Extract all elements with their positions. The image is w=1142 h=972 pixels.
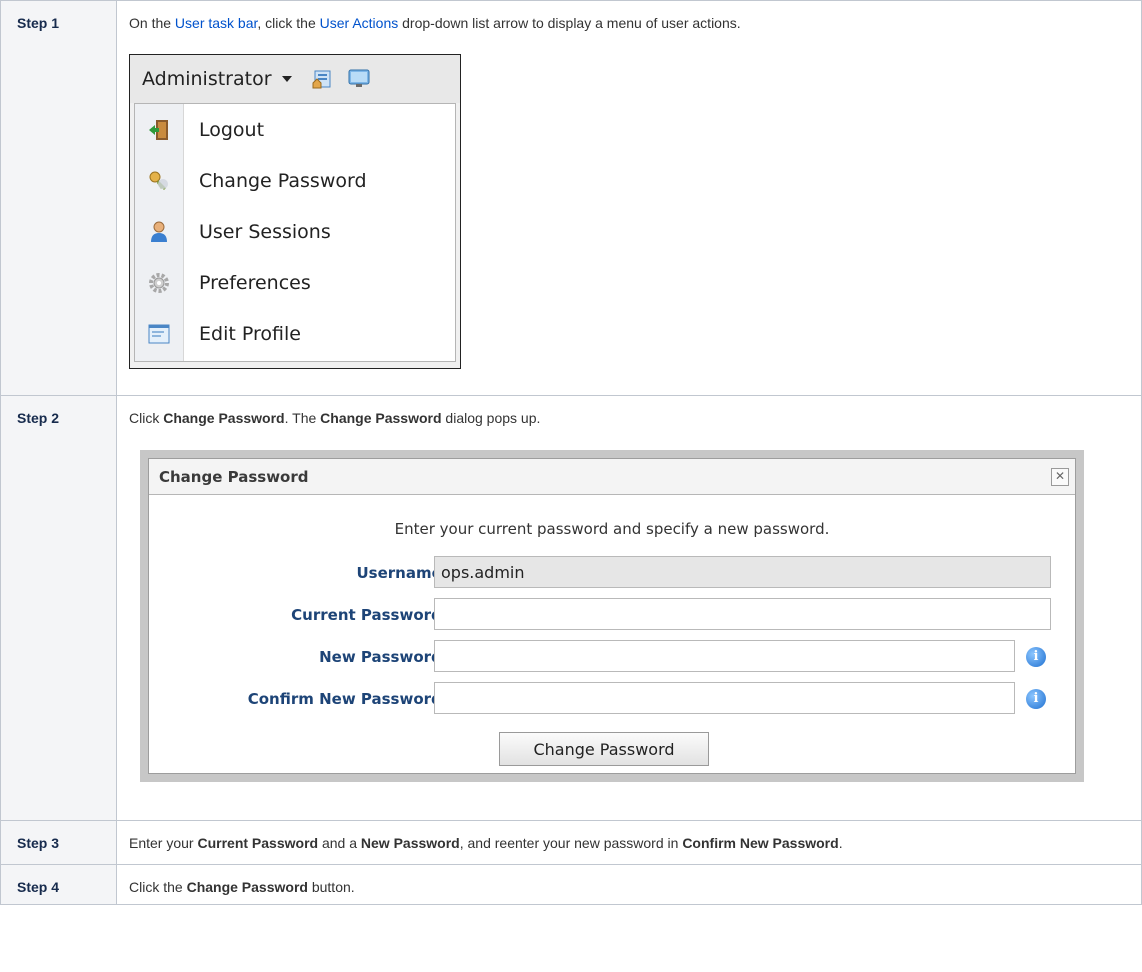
- user-task-bar: Administrator: [130, 55, 460, 103]
- dialog-intro: Enter your current password and specify …: [394, 520, 830, 538]
- menu-item-preferences[interactable]: Preferences: [135, 257, 455, 308]
- confirm-password-label: Confirm New Password :: [247, 690, 453, 708]
- step-content: Click the Change Password button.: [116, 864, 1142, 905]
- step-row-1: Step 1 On the User task bar, click the U…: [0, 0, 1142, 396]
- gear-icon: [135, 271, 183, 295]
- steps-table: Step 1 On the User task bar, click the U…: [0, 0, 1142, 905]
- chevron-down-icon[interactable]: [281, 76, 292, 82]
- new-password-field[interactable]: [434, 640, 1015, 672]
- text: Enter your: [129, 835, 198, 851]
- username-field: ops.admin: [434, 556, 1051, 588]
- menu-item-label: User Sessions: [199, 220, 331, 243]
- current-password-row: Current Password :: [149, 598, 1075, 632]
- menu-item-logout[interactable]: Logout: [135, 104, 455, 155]
- step-text: Click the Change Password button.: [129, 877, 1141, 897]
- step-text: Enter your Current Password and a New Pa…: [129, 833, 1141, 853]
- bold-text: Current Password: [197, 835, 319, 851]
- user-actions-menu: Logout Change Password User Sessions Pre…: [134, 103, 456, 362]
- step-content: Enter your Current Password and a New Pa…: [116, 820, 1142, 865]
- step-label: Step 1: [0, 0, 117, 396]
- menu-item-edit-profile[interactable]: Edit Profile: [135, 308, 455, 359]
- new-password-label: New Password :: [319, 648, 453, 666]
- text: Click the: [129, 879, 187, 895]
- step-row-3: Step 3 Enter your Current Password and a…: [0, 820, 1142, 865]
- user-name[interactable]: Administrator: [142, 68, 272, 90]
- text: . The: [284, 410, 321, 426]
- text: Click: [129, 410, 164, 426]
- user-actions-link[interactable]: User Actions: [320, 15, 399, 31]
- bold-text: Change Password: [186, 879, 308, 895]
- home-page-icon[interactable]: [312, 69, 332, 89]
- step-content: On the User task bar, click the User Act…: [116, 0, 1142, 396]
- bold-text: Change Password: [320, 410, 442, 426]
- change-password-dialog-screenshot: Change Password ✕ Enter your current pas…: [140, 450, 1084, 782]
- profile-form-icon: [135, 322, 183, 346]
- user-actions-menu-screenshot: Administrator Logout Change Password Use…: [129, 54, 461, 369]
- step-label: Step 2: [0, 395, 117, 821]
- menu-item-label: Change Password: [199, 169, 367, 192]
- text: .: [838, 835, 843, 851]
- dialog-title: Change Password: [149, 459, 1075, 495]
- step-row-4: Step 4 Click the Change Password button.: [0, 864, 1142, 905]
- text: , click the: [257, 15, 320, 31]
- step-text: On the User task bar, click the User Act…: [129, 13, 1141, 33]
- step-text: Click Change Password. The Change Passwo…: [129, 408, 1141, 428]
- text: , and reenter your new password in: [459, 835, 683, 851]
- bold-text: New Password: [360, 835, 460, 851]
- current-password-label: Current Password :: [291, 606, 453, 624]
- text: button.: [307, 879, 355, 895]
- user-icon: [135, 220, 183, 244]
- menu-item-label: Edit Profile: [199, 322, 301, 345]
- step-label: Step 3: [0, 820, 117, 865]
- change-password-dialog: Change Password ✕ Enter your current pas…: [148, 458, 1076, 774]
- logout-door-icon: [135, 118, 183, 142]
- text: and a: [318, 835, 361, 851]
- close-icon[interactable]: ✕: [1051, 468, 1069, 486]
- change-password-button[interactable]: Change Password: [499, 732, 709, 766]
- info-icon[interactable]: i: [1026, 689, 1046, 709]
- confirm-password-row: Confirm New Password : i: [149, 682, 1075, 716]
- new-password-row: New Password : i: [149, 640, 1075, 674]
- step-label: Step 4: [0, 864, 117, 905]
- step-content: Click Change Password. The Change Passwo…: [116, 395, 1142, 821]
- user-task-bar-link[interactable]: User task bar: [175, 15, 257, 31]
- info-icon[interactable]: i: [1026, 647, 1046, 667]
- key-icon: [135, 169, 183, 193]
- text: On the: [129, 15, 175, 31]
- username-row: Username : ops.admin: [149, 556, 1075, 590]
- text: drop-down list arrow to display a menu o…: [398, 15, 741, 31]
- menu-item-label: Logout: [199, 118, 265, 141]
- step-row-2: Step 2 Click Change Password. The Change…: [0, 395, 1142, 821]
- bold-text: Confirm New Password: [682, 835, 839, 851]
- current-password-field[interactable]: [434, 598, 1051, 630]
- monitor-icon[interactable]: [348, 69, 370, 89]
- bold-text: Change Password: [163, 410, 285, 426]
- menu-item-change-password[interactable]: Change Password: [135, 155, 455, 206]
- text: dialog pops up.: [441, 410, 541, 426]
- menu-item-label: Preferences: [199, 271, 311, 294]
- confirm-password-field[interactable]: [434, 682, 1015, 714]
- menu-item-user-sessions[interactable]: User Sessions: [135, 206, 455, 257]
